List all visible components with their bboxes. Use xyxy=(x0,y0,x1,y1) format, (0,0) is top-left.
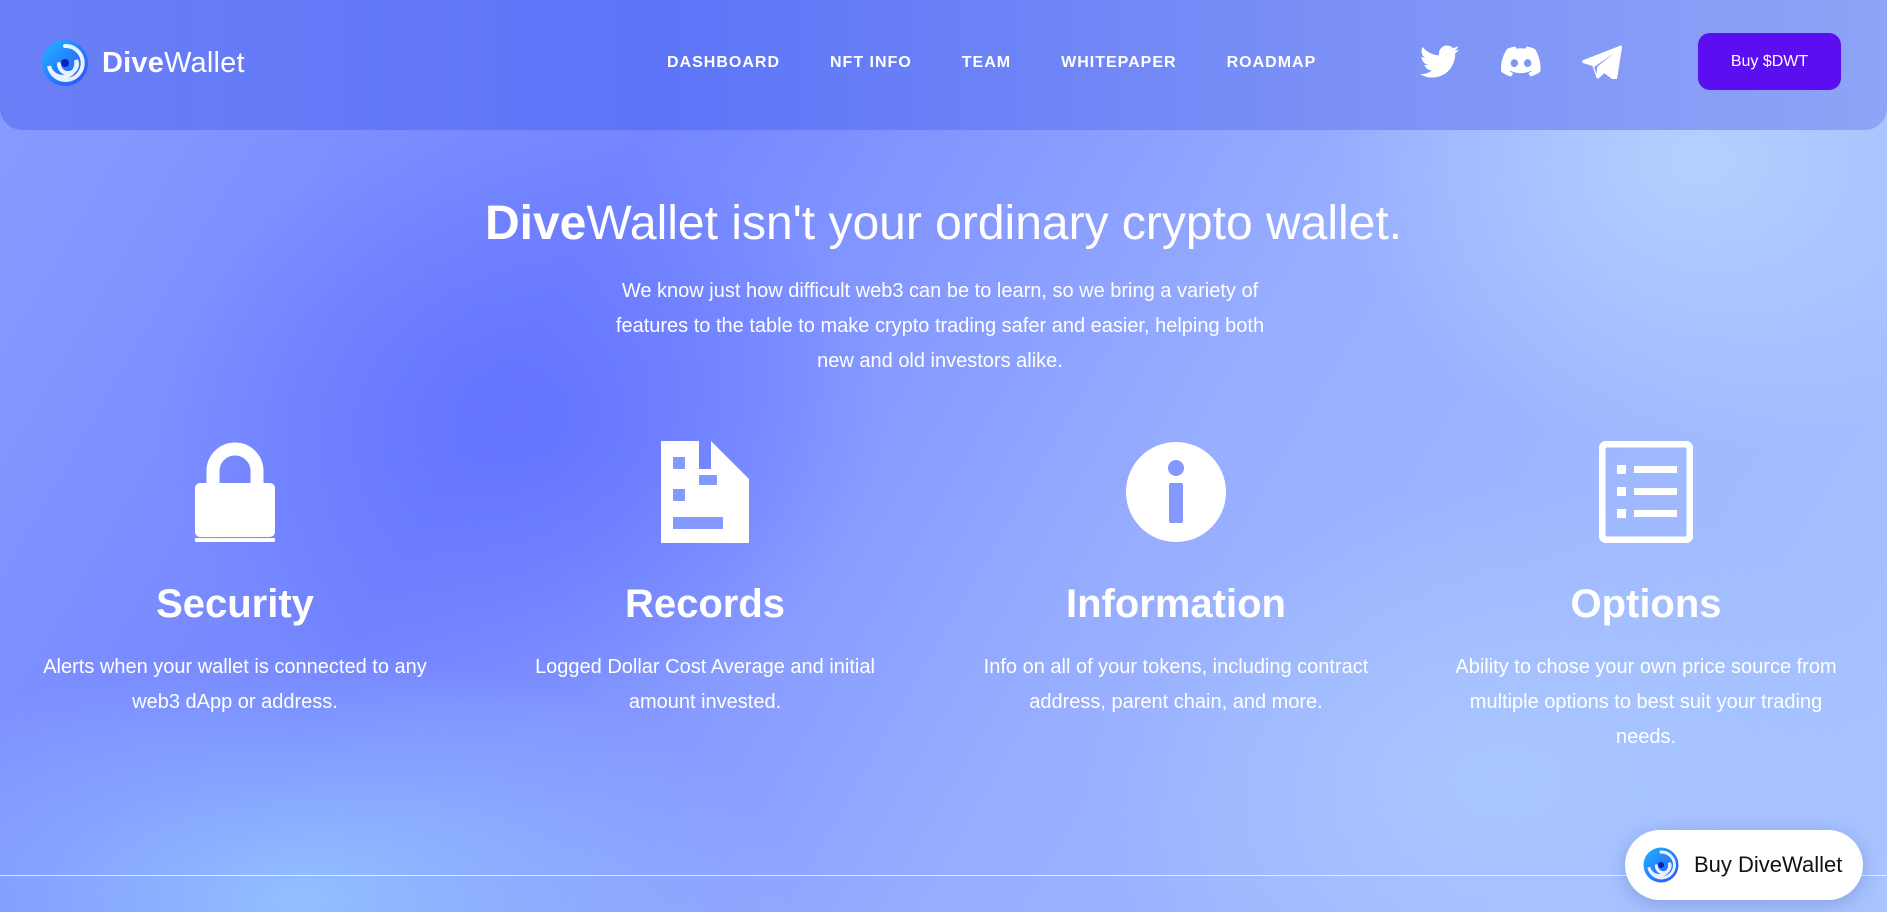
main-nav: DASHBOARD NFT INFO TEAM WHITEPAPER ROADM… xyxy=(667,54,1316,72)
feature-title: Options xyxy=(1570,582,1722,626)
feature-security: Security Alerts when your wallet is conn… xyxy=(25,440,445,720)
feature-description: Alerts when your wallet is connected to … xyxy=(43,656,427,713)
feature-description: Info on all of your tokens, including co… xyxy=(983,656,1369,713)
float-buy-label: Buy DiveWallet xyxy=(1694,852,1843,877)
hero-description: We know just how difficult web3 can be t… xyxy=(615,280,1265,372)
document-icon xyxy=(650,440,760,544)
twitter-icon xyxy=(1420,45,1460,78)
telegram-icon xyxy=(1582,45,1622,79)
feature-title: Information xyxy=(1066,582,1286,626)
brand-name: DiveWallet xyxy=(102,46,245,79)
lock-icon xyxy=(180,440,290,544)
nav-whitepaper[interactable]: WHITEPAPER xyxy=(1061,54,1176,72)
discord-icon xyxy=(1501,46,1541,77)
nav-dashboard[interactable]: DASHBOARD xyxy=(667,54,780,72)
feature-records: Records Logged Dollar Cost Average and i… xyxy=(495,440,915,720)
section-divider xyxy=(0,875,1887,876)
info-icon xyxy=(1121,440,1231,544)
telegram-link[interactable] xyxy=(1580,40,1624,84)
feature-title: Records xyxy=(624,582,786,626)
feature-description: Ability to chose your own price source f… xyxy=(1455,656,1837,748)
nav-roadmap[interactable]: ROADMAP xyxy=(1227,54,1317,72)
feature-description: Logged Dollar Cost Average and initial a… xyxy=(535,656,875,713)
buy-dwt-button[interactable]: Buy $DWT xyxy=(1698,33,1841,90)
list-icon xyxy=(1591,440,1701,544)
feature-information: Information Info on all of your tokens, … xyxy=(966,440,1386,720)
divewallet-logo-icon xyxy=(42,40,88,86)
header: DiveWallet DASHBOARD NFT INFO TEAM WHITE… xyxy=(0,0,1887,130)
divewallet-logo-icon xyxy=(1643,847,1679,883)
brand-logo-link[interactable]: DiveWallet xyxy=(40,38,245,88)
feature-options: Options Ability to chose your own price … xyxy=(1436,440,1856,755)
discord-link[interactable] xyxy=(1499,40,1543,84)
buy-divewallet-floating-button[interactable]: Buy DiveWallet xyxy=(1625,830,1863,900)
feature-title: Security xyxy=(156,582,314,626)
twitter-link[interactable] xyxy=(1418,40,1462,84)
nav-team[interactable]: TEAM xyxy=(962,54,1011,72)
hero-title: DiveWallet isn't your ordinary crypto wa… xyxy=(484,197,1403,250)
nav-nft-info[interactable]: NFT INFO xyxy=(830,54,912,72)
social-links xyxy=(1418,40,1624,84)
